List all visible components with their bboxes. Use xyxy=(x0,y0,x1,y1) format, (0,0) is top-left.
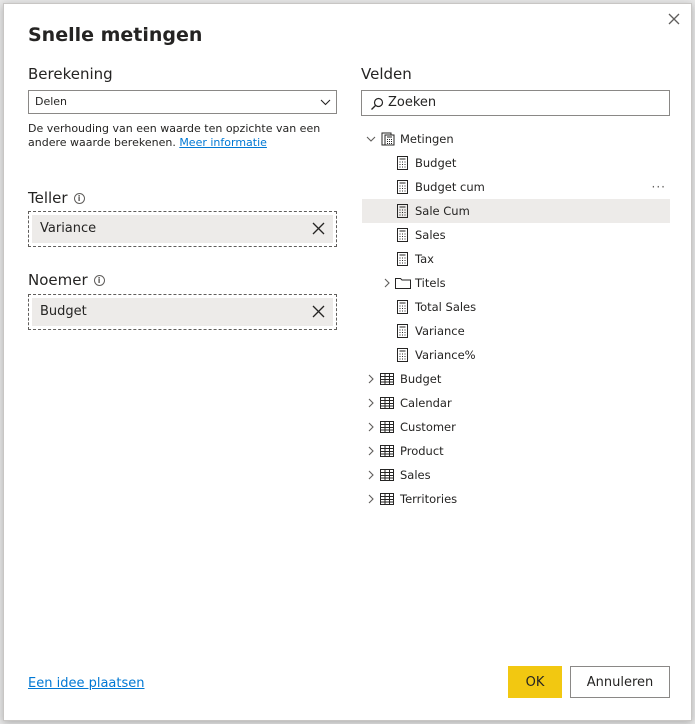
denominator-field-name: Budget xyxy=(40,304,87,319)
remove-icon[interactable] xyxy=(312,305,325,318)
more-options-icon[interactable]: ··· xyxy=(652,175,666,199)
calculation-label: Berekening xyxy=(28,65,113,83)
tree-table-product[interactable]: Product xyxy=(362,439,670,463)
info-icon[interactable]: i xyxy=(93,275,105,286)
tree-measure-budget-cum[interactable]: Budget cum ··· xyxy=(362,175,670,199)
tree-label: Customer xyxy=(400,420,456,434)
measures-table-icon xyxy=(381,132,395,146)
tree-label: Budget xyxy=(400,372,442,386)
tree-label: Sales xyxy=(415,228,446,242)
table-icon xyxy=(380,373,394,385)
denominator-label: Noemer i xyxy=(28,271,105,289)
denominator-label-text: Noemer xyxy=(28,271,88,289)
search-input[interactable]: Zoeken xyxy=(361,90,670,116)
numerator-label: Teller i xyxy=(28,189,85,207)
tree-measure-tax[interactable]: Tax xyxy=(362,247,670,271)
table-icon xyxy=(380,445,394,457)
chevron-right-icon[interactable] xyxy=(382,278,392,288)
chevron-right-icon[interactable] xyxy=(366,470,376,480)
tree-label: Variance xyxy=(415,324,465,338)
tree-table-budget[interactable]: Budget xyxy=(362,367,670,391)
chevron-right-icon[interactable] xyxy=(366,446,376,456)
tree-table-customer[interactable]: Customer xyxy=(362,415,670,439)
dialog-title: Snelle metingen xyxy=(28,24,203,46)
numerator-label-text: Teller xyxy=(28,189,68,207)
remove-icon[interactable] xyxy=(312,222,325,235)
search-icon xyxy=(371,97,384,110)
tree-measure-budget[interactable]: Budget xyxy=(362,151,670,175)
tree-label: Territories xyxy=(400,492,458,506)
tree-table-calendar[interactable]: Calendar xyxy=(362,391,670,415)
tree-label: Budget xyxy=(415,156,457,170)
calculator-icon xyxy=(397,228,408,242)
tree-measure-total-sales[interactable]: Total Sales xyxy=(362,295,670,319)
tree-label: Budget cum xyxy=(415,180,485,194)
tree-measure-sales[interactable]: Sales xyxy=(362,223,670,247)
tree-label: Total Sales xyxy=(415,300,477,314)
chevron-right-icon[interactable] xyxy=(366,494,376,504)
cancel-button[interactable]: Annuleren xyxy=(570,666,670,698)
tree-label: Sales xyxy=(400,468,431,482)
submit-idea-link[interactable]: Een idee plaatsen xyxy=(28,676,144,691)
tree-label: Product xyxy=(400,444,444,458)
close-icon[interactable] xyxy=(665,10,683,28)
tree-table-sales[interactable]: Sales xyxy=(362,463,670,487)
calculator-icon xyxy=(397,180,408,194)
calculator-icon xyxy=(397,300,408,314)
folder-icon xyxy=(395,278,411,289)
table-icon xyxy=(380,397,394,409)
calculator-icon xyxy=(397,252,408,266)
numerator-drop-well[interactable]: Variance xyxy=(28,211,337,247)
fields-label: Velden xyxy=(361,65,412,83)
calculator-icon xyxy=(397,204,408,218)
chevron-right-icon[interactable] xyxy=(366,374,376,384)
calculation-value: Delen xyxy=(35,95,68,108)
tree-node-metingen[interactable]: Metingen xyxy=(362,127,670,151)
tree-label: Metingen xyxy=(400,132,454,146)
chevron-down-icon xyxy=(320,99,331,106)
ok-button[interactable]: OK xyxy=(508,666,562,698)
denominator-field-pill[interactable]: Budget xyxy=(32,298,333,326)
quick-measures-dialog: Snelle metingen Berekening Delen De verh… xyxy=(3,3,692,721)
calculation-description: De verhouding van een waarde ten opzicht… xyxy=(28,122,328,150)
description-text: De verhouding van een waarde ten opzicht… xyxy=(28,122,321,149)
table-icon xyxy=(380,421,394,433)
calculation-dropdown[interactable]: Delen xyxy=(28,90,337,114)
chevron-right-icon[interactable] xyxy=(366,398,376,408)
table-icon xyxy=(380,469,394,481)
numerator-field-pill[interactable]: Variance xyxy=(32,215,333,243)
tree-measure-sale-cum[interactable]: Sale Cum xyxy=(362,199,670,223)
tree-label: Tax xyxy=(415,252,434,266)
tree-table-territories[interactable]: Territories xyxy=(362,487,670,511)
chevron-right-icon[interactable] xyxy=(366,422,376,432)
tree-folder-titels[interactable]: Titels xyxy=(362,271,670,295)
chevron-down-icon[interactable] xyxy=(366,134,376,144)
tree-label: Sale Cum xyxy=(415,204,470,218)
tree-label: Calendar xyxy=(400,396,452,410)
fields-tree: Metingen Budget Budget cum ··· Sale Cum … xyxy=(362,127,670,511)
tree-measure-variance[interactable]: Variance xyxy=(362,319,670,343)
tree-label: Titels xyxy=(415,276,446,290)
search-placeholder: Zoeken xyxy=(388,95,437,110)
calculator-icon xyxy=(397,156,408,170)
denominator-drop-well[interactable]: Budget xyxy=(28,294,337,330)
info-icon[interactable]: i xyxy=(73,193,85,204)
calculator-icon xyxy=(397,348,408,362)
calculator-icon xyxy=(397,324,408,338)
more-info-link[interactable]: Meer informatie xyxy=(179,136,267,149)
table-icon xyxy=(380,493,394,505)
numerator-field-name: Variance xyxy=(40,221,97,236)
tree-label: Variance% xyxy=(415,348,476,362)
tree-measure-variance-pct[interactable]: Variance% xyxy=(362,343,670,367)
